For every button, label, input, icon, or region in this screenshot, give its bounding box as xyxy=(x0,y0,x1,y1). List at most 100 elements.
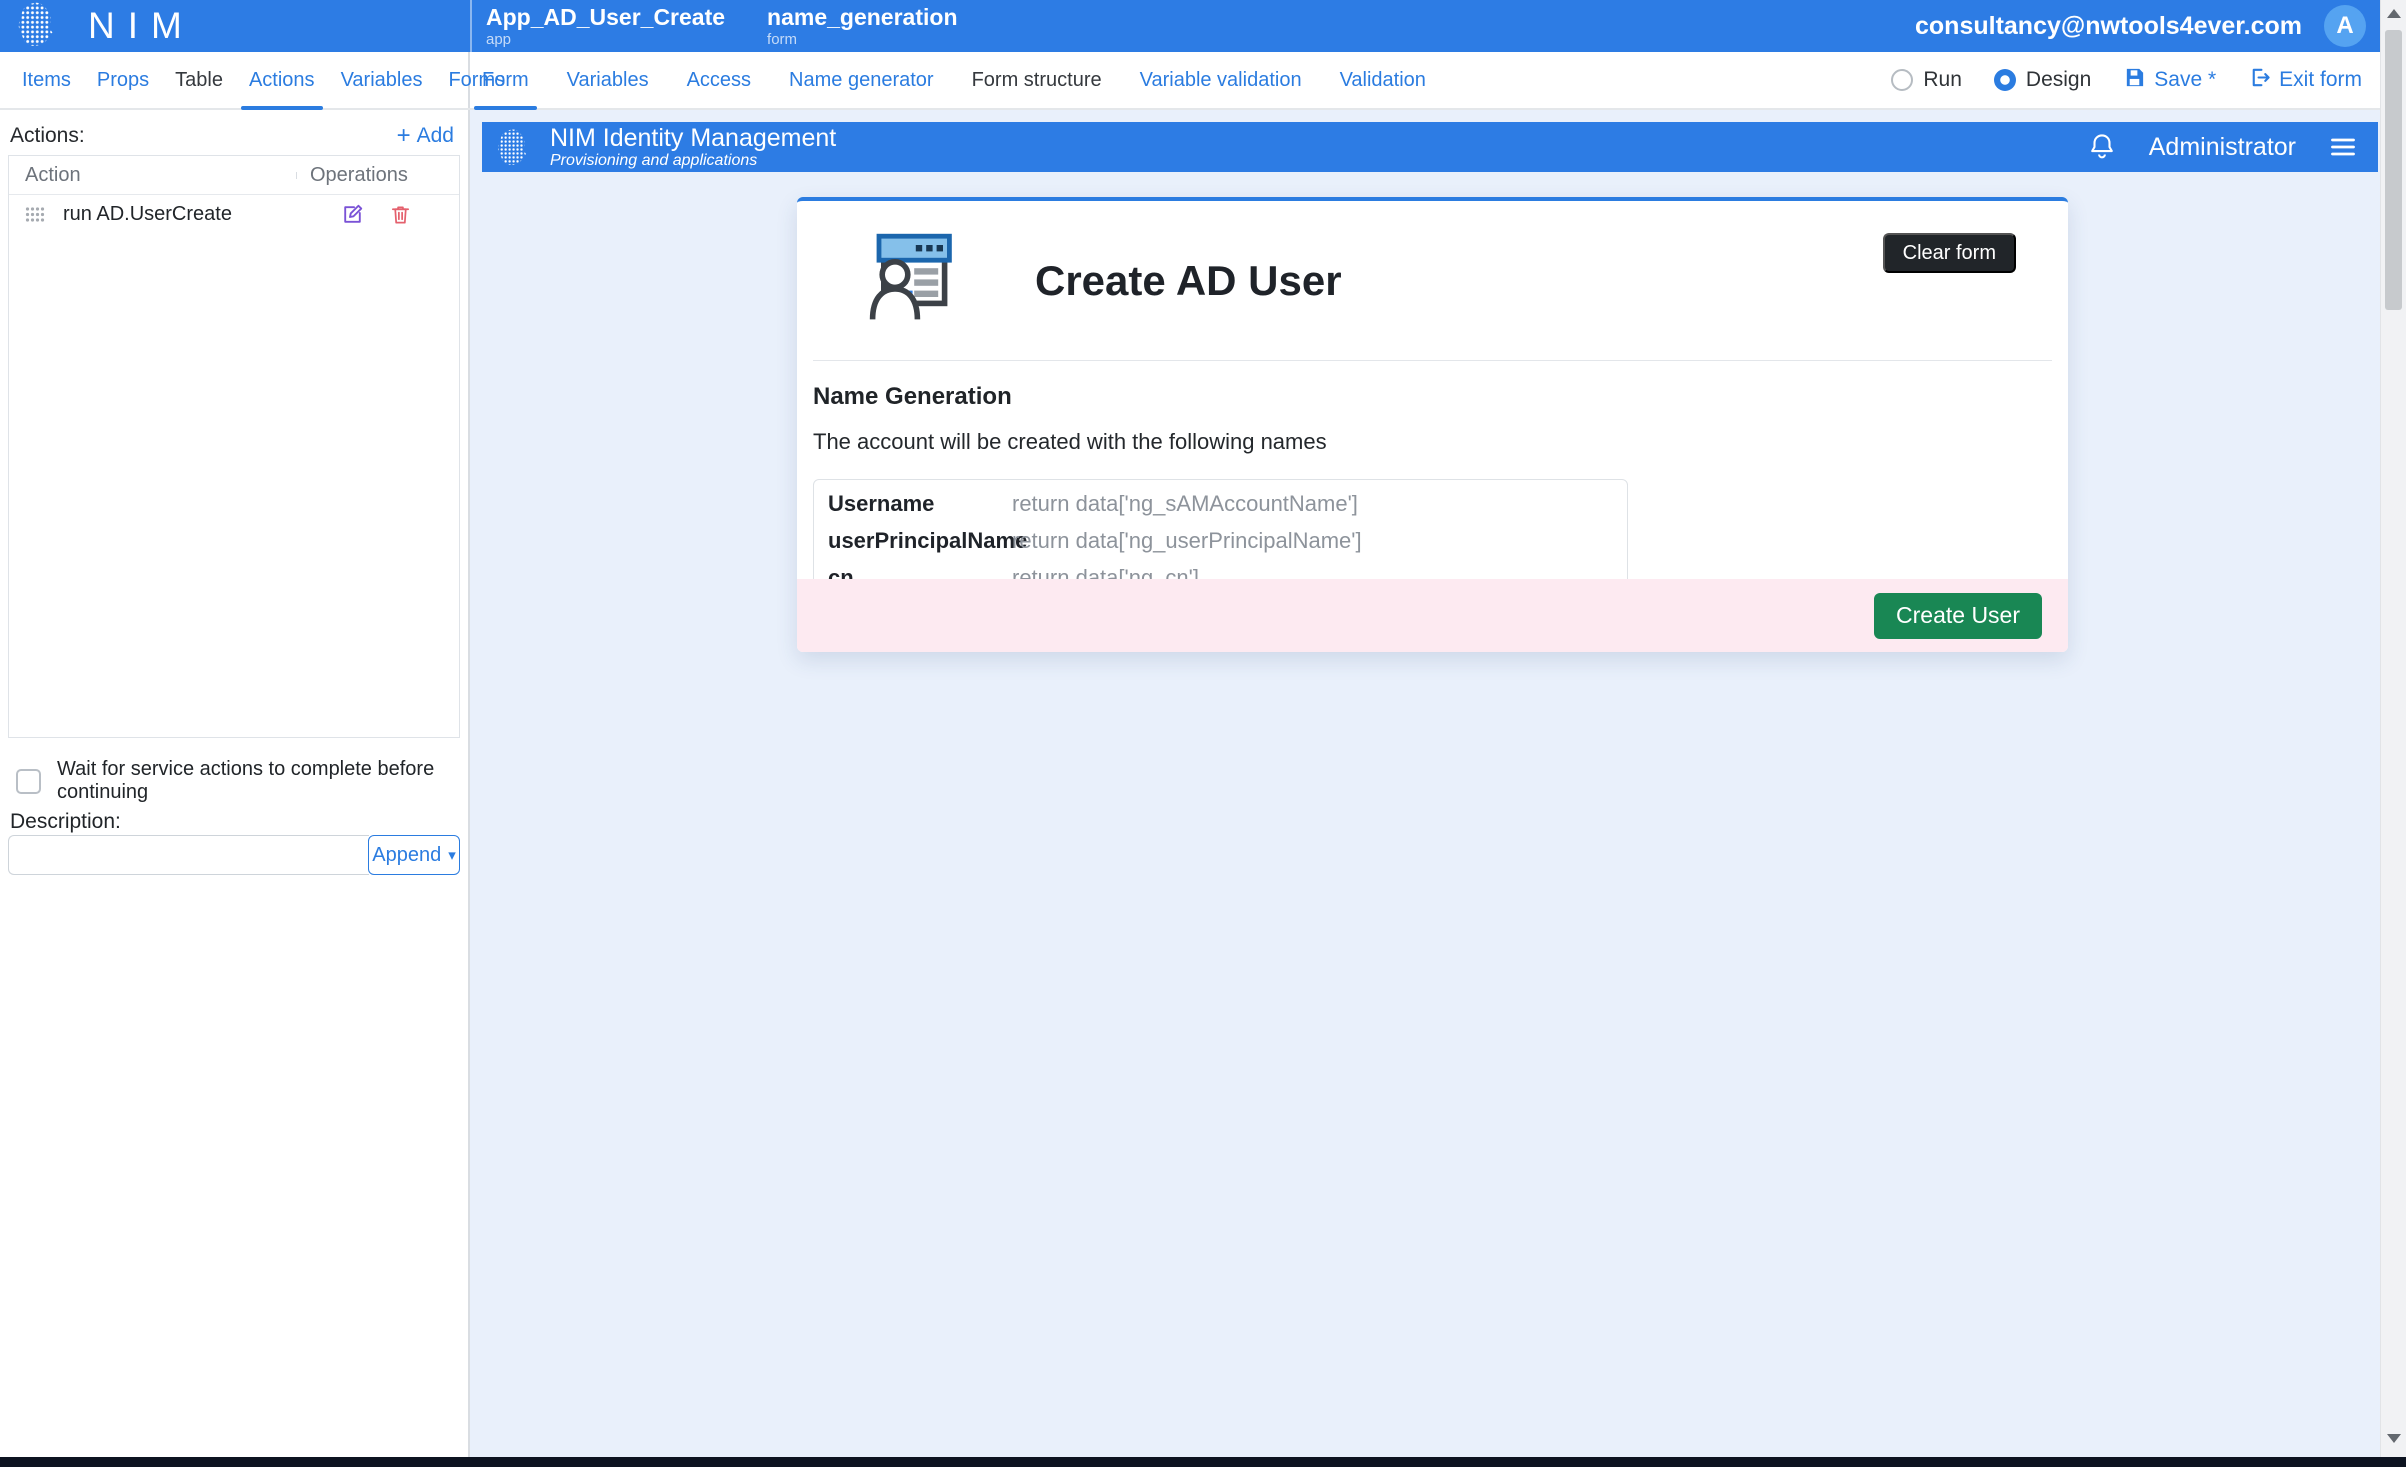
brand: NIM xyxy=(0,1,454,52)
wait-checkbox-label: Wait for service actions to complete bef… xyxy=(57,758,468,804)
field-label: userPrincipalName xyxy=(814,528,1012,554)
description-row: Append ▾ xyxy=(8,835,460,875)
scroll-down-arrow-icon[interactable] xyxy=(2387,1434,2401,1443)
tab-variables[interactable]: Variables xyxy=(567,52,649,108)
design-radio-label: Design xyxy=(2026,68,2091,92)
form-subtitle: form xyxy=(767,31,957,48)
appbar-subtitle: Provisioning and applications xyxy=(550,152,836,170)
field-value: return data['ng_userPrincipalName'] xyxy=(1012,528,1362,554)
brand-name: NIM xyxy=(88,5,195,47)
actions-table: Action Operations run AD.UserCr xyxy=(8,155,460,738)
appbar-right: Administrator xyxy=(2087,132,2378,162)
form-preview-area: NIM Identity Management Provisioning and… xyxy=(470,110,2380,1457)
design-radio[interactable]: Design xyxy=(1994,68,2091,92)
sidebar-tab-bar: Items Props Table Actions Variables Form… xyxy=(0,52,470,108)
nim-appbar: NIM Identity Management Provisioning and… xyxy=(482,122,2378,172)
description-input[interactable] xyxy=(8,835,369,875)
exit-form-label: Exit form xyxy=(2279,68,2362,92)
sidebar-tab-actions[interactable]: Actions xyxy=(249,52,315,108)
run-radio-circle[interactable] xyxy=(1891,69,1913,91)
section-title: Name Generation xyxy=(813,383,2052,411)
description-label: Description: xyxy=(10,810,121,834)
bell-icon[interactable] xyxy=(2087,132,2117,162)
actions-table-header: Action Operations xyxy=(9,156,459,195)
form-tab-bar: Form Variables Access Name generator For… xyxy=(470,52,1891,108)
append-button[interactable]: Append ▾ xyxy=(368,835,460,875)
breadcrumb-form[interactable]: name_generation form xyxy=(767,5,957,48)
hamburger-menu-icon[interactable] xyxy=(2328,133,2358,161)
row-operations xyxy=(322,202,459,227)
action-name: run AD.UserCreate xyxy=(63,203,232,226)
actions-label: Actions: xyxy=(10,124,85,148)
run-radio[interactable]: Run xyxy=(1891,68,1962,92)
tab-form[interactable]: Form xyxy=(482,52,529,108)
column-action: Action xyxy=(9,164,296,187)
exit-icon xyxy=(2248,66,2271,95)
save-icon xyxy=(2123,66,2146,95)
tab-variable-validation[interactable]: Variable validation xyxy=(1140,52,1302,108)
administrator-menu[interactable]: Administrator xyxy=(2149,133,2296,162)
avatar[interactable]: A xyxy=(2324,5,2366,47)
card-header: Create AD User Clear form xyxy=(813,201,2052,361)
field-value: return data['ng_sAMAccountName'] xyxy=(1012,491,1358,517)
append-label: Append xyxy=(372,844,441,867)
top-header: NIM App_AD_User_Create app name_generati… xyxy=(0,0,2380,52)
caret-down-icon: ▾ xyxy=(448,846,456,864)
card-body: Name Generation The account will be crea… xyxy=(797,361,2068,602)
scrollbar-thumb[interactable] xyxy=(2385,30,2402,310)
table-row[interactable]: run AD.UserCreate xyxy=(9,195,459,234)
wait-checkbox-row: Wait for service actions to complete bef… xyxy=(16,758,468,804)
create-user-button[interactable]: Create User xyxy=(1874,593,2042,639)
appbar-titles: NIM Identity Management Provisioning and… xyxy=(550,125,836,170)
column-operations: Operations xyxy=(296,164,433,187)
field-label: Username xyxy=(814,491,1012,517)
tab-name-generator[interactable]: Name generator xyxy=(789,52,934,108)
plus-icon: + xyxy=(397,126,411,146)
create-ad-user-card: Create AD User Clear form Name Generatio… xyxy=(797,197,2068,652)
save-button[interactable]: Save * xyxy=(2123,66,2216,95)
sidebar-tab-table[interactable]: Table xyxy=(175,52,223,108)
vertical-scrollbar[interactable] xyxy=(2380,0,2406,1457)
sidebar-tab-props[interactable]: Props xyxy=(97,52,149,108)
breadcrumb-app[interactable]: App_AD_User_Create app xyxy=(486,5,725,48)
tab-validation[interactable]: Validation xyxy=(1340,52,1426,108)
page-title: Create AD User xyxy=(1035,257,1342,305)
tab-access[interactable]: Access xyxy=(687,52,751,108)
run-radio-label: Run xyxy=(1923,68,1962,92)
exit-form-button[interactable]: Exit form xyxy=(2248,66,2362,95)
card-footer: Create User xyxy=(797,579,2068,652)
actions-sidebar: Actions: + Add Action Operations xyxy=(0,110,470,1457)
app-title: App_AD_User_Create xyxy=(486,5,725,29)
clear-form-button[interactable]: Clear form xyxy=(1883,233,2016,273)
view-controls: Run Design Save * xyxy=(1891,52,2380,108)
wait-checkbox[interactable] xyxy=(16,769,41,794)
header-divider xyxy=(470,0,472,52)
app-window: NIM App_AD_User_Create app name_generati… xyxy=(0,0,2406,1467)
scroll-up-arrow-icon[interactable] xyxy=(2387,9,2401,18)
delete-icon[interactable] xyxy=(389,202,412,227)
tab-form-structure[interactable]: Form structure xyxy=(972,52,1102,108)
edit-icon[interactable] xyxy=(340,202,365,227)
nim-logo-icon xyxy=(16,1,62,52)
sidebar-tab-variables[interactable]: Variables xyxy=(341,52,423,108)
add-action-button[interactable]: + Add xyxy=(397,124,454,148)
subheader: Items Props Table Actions Variables Form… xyxy=(0,52,2380,110)
header-account: consultancy@nwtools4ever.com A xyxy=(1915,5,2380,47)
actions-header: Actions: + Add xyxy=(10,124,454,148)
save-label: Save * xyxy=(2154,68,2216,92)
nim-appbar-logo-icon xyxy=(496,127,534,167)
sidebar-tab-items[interactable]: Items xyxy=(22,52,71,108)
design-radio-circle[interactable] xyxy=(1994,69,2016,91)
ad-user-form-icon xyxy=(855,223,959,328)
field-row-username[interactable]: Username return data['ng_sAMAccountName'… xyxy=(814,485,1627,522)
form-title: name_generation xyxy=(767,5,957,29)
app-subtitle: app xyxy=(486,31,725,48)
appbar-title: NIM Identity Management xyxy=(550,125,836,151)
window-bottom-edge xyxy=(0,1457,2406,1467)
user-email[interactable]: consultancy@nwtools4ever.com xyxy=(1915,12,2302,41)
drag-handle-icon[interactable] xyxy=(25,207,45,222)
body-row: Actions: + Add Action Operations xyxy=(0,110,2380,1457)
add-label: Add xyxy=(417,124,454,148)
field-row-userprincipalname[interactable]: userPrincipalName return data['ng_userPr… xyxy=(814,522,1627,559)
section-text: The account will be created with the fol… xyxy=(813,429,2052,455)
